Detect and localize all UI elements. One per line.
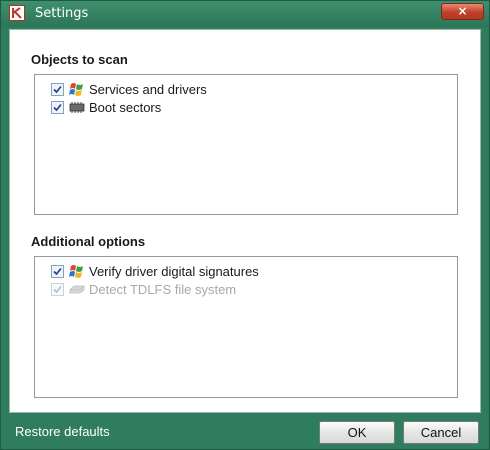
restore-defaults-link[interactable]: Restore defaults xyxy=(15,424,110,439)
objects-to-scan-heading: Objects to scan xyxy=(31,52,128,67)
kaspersky-logo-icon xyxy=(9,5,25,21)
chip-icon xyxy=(68,99,86,115)
services-and-drivers-label: Services and drivers xyxy=(89,81,207,97)
window-title: Settings xyxy=(35,6,89,21)
title-bar[interactable]: Settings × xyxy=(1,1,489,27)
close-button[interactable]: × xyxy=(441,3,484,20)
additional-options-heading: Additional options xyxy=(31,234,146,249)
detect-tdlfs-label: Detect TDLFS file system xyxy=(89,281,237,297)
boot-sectors-label: Boot sectors xyxy=(89,99,162,115)
list-item-detect-tdlfs: Detect TDLFS file system xyxy=(51,280,236,298)
list-item-boot-sectors[interactable]: Boot sectors xyxy=(51,98,161,116)
verify-signatures-checkbox[interactable] xyxy=(51,264,64,278)
list-item-services-and-drivers[interactable]: Services and drivers xyxy=(51,80,207,98)
verify-signatures-label: Verify driver digital signatures xyxy=(89,263,259,279)
detect-tdlfs-checkbox xyxy=(51,282,64,296)
windows-flag-icon xyxy=(68,81,86,97)
services-and-drivers-checkbox[interactable] xyxy=(51,82,64,96)
settings-panel: Objects to scan Services and drivers Boo… xyxy=(9,29,481,413)
settings-window: Settings × Objects to scan Services and … xyxy=(0,0,490,450)
list-item-verify-signatures[interactable]: Verify driver digital signatures xyxy=(51,262,259,280)
ok-button[interactable]: OK xyxy=(319,421,395,444)
objects-to-scan-list[interactable]: Services and drivers Boot sectors xyxy=(34,74,458,215)
additional-options-list[interactable]: Verify driver digital signatures Detect … xyxy=(34,256,458,398)
cancel-button[interactable]: Cancel xyxy=(403,421,479,444)
windows-flag-icon xyxy=(68,263,86,279)
boot-sectors-checkbox[interactable] xyxy=(51,100,64,114)
disk-icon xyxy=(68,281,86,297)
